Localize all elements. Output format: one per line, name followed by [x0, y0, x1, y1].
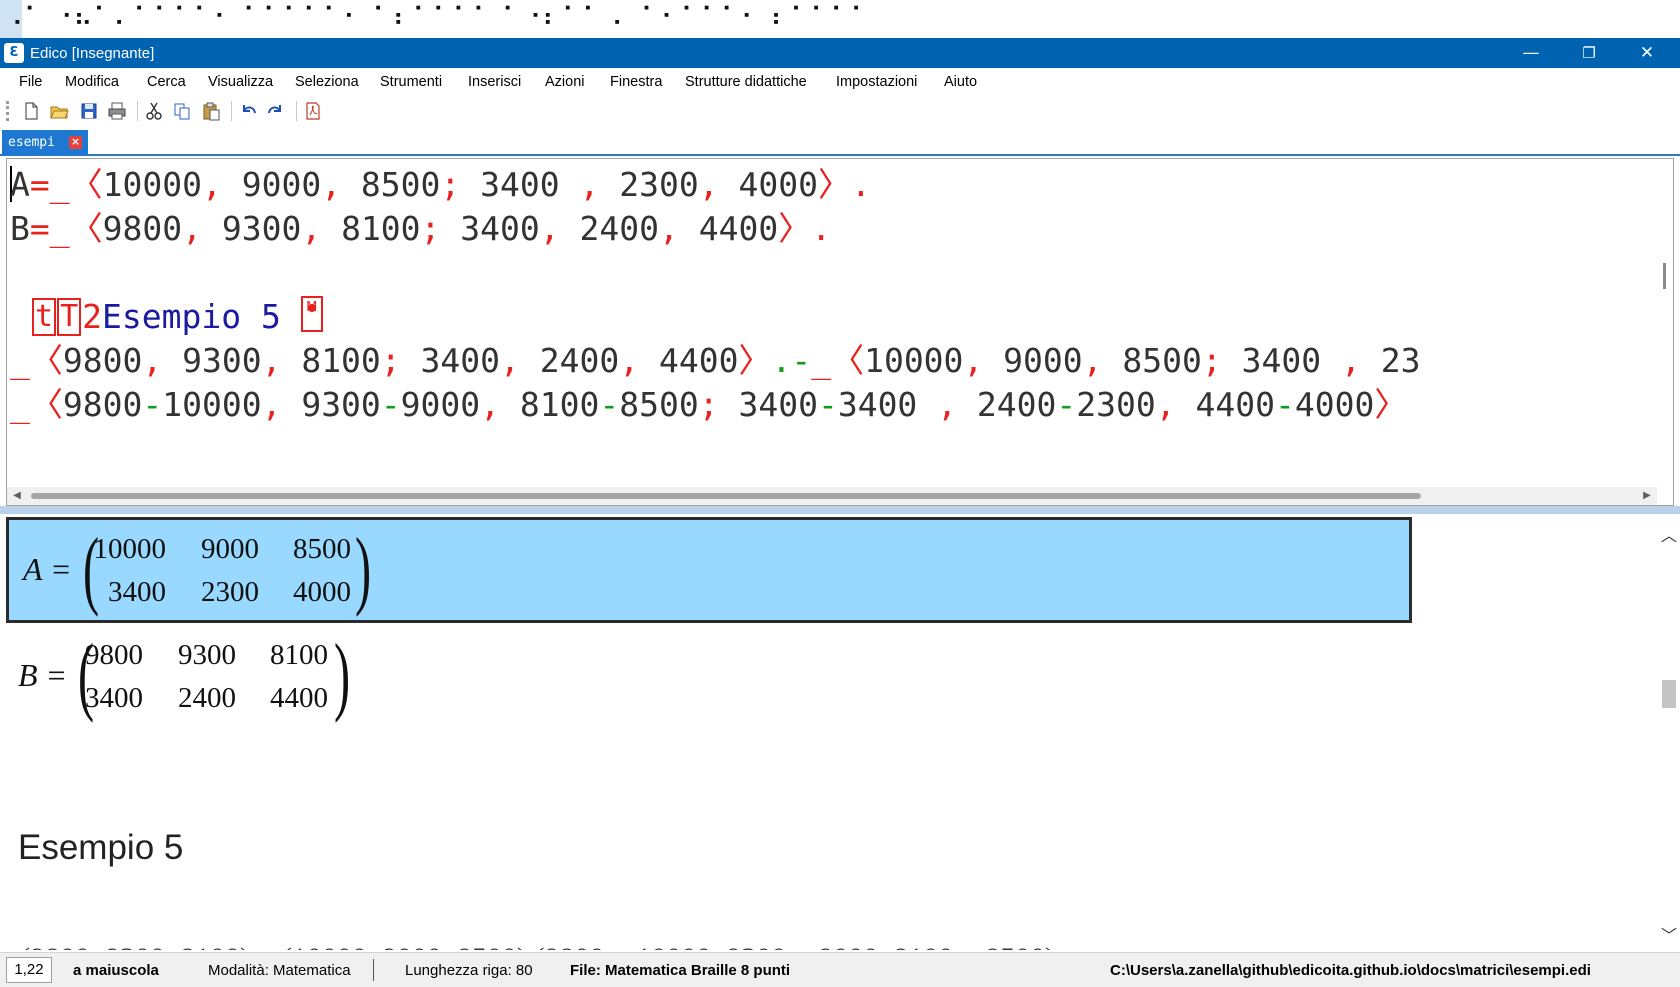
scroll-up-icon[interactable]: ︿	[1658, 522, 1680, 546]
matrix-a-lhs: A =	[23, 551, 72, 587]
matrix-a-cell: 8500	[293, 533, 351, 565]
toolbar-separator	[137, 101, 138, 121]
heading-text: Esempio 5	[102, 297, 281, 336]
matrix-b-close-paren: )	[334, 627, 351, 724]
menu-seleziona[interactable]: Seleziona	[295, 74, 359, 90]
editor-line-2: B=_〈9800, 9300, 8100; 3400, 2400, 4400〉.	[10, 209, 832, 248]
menu-inserisci[interactable]: Inserisci	[468, 74, 521, 90]
cut-icon[interactable]	[144, 101, 164, 121]
file-path-status: C:\Users\a.zanella\github\edicoita.githu…	[1110, 962, 1591, 979]
editor-line-1: A=_〈10000, 9000, 8500; 3400 , 2300, 4000…	[10, 165, 871, 204]
maximize-button[interactable]: ❐	[1560, 38, 1618, 68]
menu-visualizza[interactable]: Visualizza	[208, 74, 273, 90]
status-separator	[373, 959, 374, 981]
scroll-left-icon[interactable]: ◀	[9, 487, 25, 505]
toolbar-separator	[296, 101, 297, 121]
heading-level: 2	[82, 297, 102, 336]
paste-icon[interactable]	[201, 101, 221, 121]
matrix-b-cell: 8100	[270, 639, 328, 671]
math-marker-icon[interactable]: M	[300, 296, 323, 332]
menu-impostazioni[interactable]: Impostazioni	[836, 74, 917, 90]
matrix-a-cell: 3400	[108, 576, 166, 608]
math-preview-pane[interactable]: A = ( 10000 9000 8500 3400 2300 4000 ) B…	[0, 514, 1680, 950]
matrix-b-cell: 9800	[85, 639, 143, 671]
matrix-b-block[interactable]: B = ( 9800 9300 8100 3400 2400 4400 )	[6, 626, 466, 732]
tab-close-icon[interactable]: ×	[69, 136, 82, 149]
matrix-a-cell: 10000	[93, 533, 167, 565]
matrix-a-cell: 2300	[201, 576, 259, 608]
editor-line-5: _〈9800, 9300, 8100; 3400, 2400, 4400〉.-_…	[10, 341, 1421, 380]
editor-vscroll-thumb[interactable]	[1663, 263, 1666, 289]
mode-status: Modalità: Matematica	[208, 962, 351, 979]
document-tab-strip: esempi ×	[0, 126, 1680, 156]
cursor-position: 1,22	[6, 957, 52, 983]
scroll-right-icon[interactable]: ▶	[1639, 487, 1655, 505]
matrix-a-close-paren: )	[355, 521, 372, 618]
menu-strutture-didattiche[interactable]: Strutture didattiche	[685, 74, 807, 90]
matrix-a-cell: 4000	[293, 576, 351, 608]
menu-aiuto[interactable]: Aiuto	[944, 74, 977, 90]
status-bar: 1,22 a maiuscola Modalità: Matematica Lu…	[0, 952, 1680, 987]
pdf-export-icon[interactable]	[303, 101, 323, 121]
title-tag-lower: t	[32, 298, 57, 336]
file-type-status: File: Matematica Braille 8 punti	[570, 962, 791, 979]
braille-editor[interactable]: A=_〈10000, 9000, 8500; 3400 , 2300, 4000…	[6, 158, 1674, 506]
menu-azioni[interactable]: Azioni	[545, 74, 585, 90]
preview-vertical-scrollbar[interactable]: ︿ ﹀	[1658, 514, 1680, 950]
title-bar: Ɛ Edico [Insegnante] — ❐ ✕	[0, 38, 1680, 68]
tab-esempi[interactable]: esempi ×	[2, 130, 88, 156]
menu-modifica[interactable]: Modifica	[65, 74, 119, 90]
tab-label: esempi	[8, 135, 55, 150]
preview-partial-line: (9800 9300 8100) − (10000 9000 8500) (98…	[20, 942, 1055, 950]
matrix-b-cell: 3400	[85, 682, 143, 714]
scroll-down-icon[interactable]: ﹀	[1658, 922, 1680, 946]
editor-hscroll-thumb[interactable]	[31, 493, 1421, 499]
menu-cerca[interactable]: Cerca	[147, 74, 186, 90]
save-icon[interactable]	[79, 101, 99, 121]
edico-app-icon[interactable]: Ɛ	[4, 43, 24, 63]
close-window-button[interactable]: ✕	[1618, 38, 1676, 68]
undo-icon[interactable]	[238, 101, 258, 121]
print-icon[interactable]	[107, 101, 127, 121]
menu-bar: File Modifica Cerca Visualizza Seleziona…	[0, 68, 1680, 96]
editor-horizontal-scrollbar[interactable]: ◀ ▶	[7, 487, 1657, 505]
minimize-button[interactable]: —	[1502, 38, 1560, 68]
braille-cells: ⠠⠁ ⠐⠦⠁⠄⠁⠁⠁⠁⠂ ⠁⠁⠁⠁⠁⠂ ⠁⠆⠁⠁⠁⠁ ⠁⠐⠆⠁⠁ ⠄ ⠁⠂⠁⠁⠁…	[4, 3, 871, 33]
redo-icon[interactable]	[266, 101, 286, 121]
title-tag-upper: T	[57, 298, 82, 336]
menu-finestra[interactable]: Finestra	[610, 74, 662, 90]
matrix-a-block-selected[interactable]: A = ( 10000 9000 8500 3400 2300 4000 )	[6, 517, 1412, 623]
matrix-b-cell: 4400	[270, 682, 328, 714]
pane-splitter[interactable]	[0, 506, 1680, 514]
open-folder-icon[interactable]	[49, 101, 69, 121]
matrix-b-cell: 2400	[178, 682, 236, 714]
caps-status: a maiuscola	[73, 962, 159, 979]
preview-vscroll-thumb[interactable]	[1662, 680, 1676, 708]
editor-line-heading: t T 2Esempio 5 M	[32, 295, 323, 341]
toolbar	[0, 96, 1680, 126]
menu-file[interactable]: File	[19, 74, 42, 90]
preview-heading: Esempio 5	[18, 828, 184, 867]
new-document-icon[interactable]	[21, 101, 41, 121]
editor-line-6: _〈9800-10000, 9300-9000, 8100-8500; 3400…	[10, 385, 1408, 424]
line-length-status: Lunghezza riga: 80	[405, 962, 533, 979]
window-title: Edico [Insegnante]	[30, 45, 155, 62]
matrix-a-cell: 9000	[201, 533, 259, 565]
toolbar-separator	[231, 101, 232, 121]
menu-strumenti[interactable]: Strumenti	[380, 74, 442, 90]
matrix-b-cell: 9300	[178, 639, 236, 671]
copy-icon[interactable]	[172, 101, 192, 121]
toolbar-grip[interactable]	[6, 101, 9, 121]
braille-display-strip: ⠠⠁ ⠐⠦⠁⠄⠁⠁⠁⠁⠂ ⠁⠁⠁⠁⠁⠂ ⠁⠆⠁⠁⠁⠁ ⠁⠐⠆⠁⠁ ⠄ ⠁⠂⠁⠁⠁…	[0, 0, 1680, 38]
editor-vertical-scrollbar[interactable]	[1655, 159, 1673, 489]
edico-window: ⠠⠁ ⠐⠦⠁⠄⠁⠁⠁⠁⠂ ⠁⠁⠁⠁⠁⠂ ⠁⠆⠁⠁⠁⠁ ⠁⠐⠆⠁⠁ ⠄ ⠁⠂⠁⠁⠁…	[0, 0, 1680, 987]
